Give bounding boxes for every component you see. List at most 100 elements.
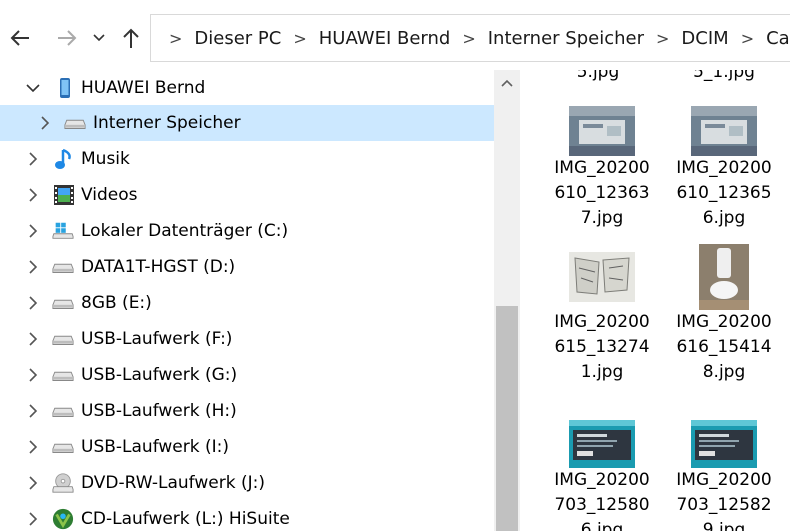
file-item[interactable]: IMG_20200 610_12363 7.jpg [547,106,657,231]
navigation-tree: HUAWEI Bernd Interner Speicher Musik Vid… [0,70,494,531]
file-name-line: IMG_20200 [676,158,772,178]
chevron-right-icon[interactable] [26,512,40,526]
chevron-right-icon[interactable] [26,224,40,238]
back-button[interactable] [5,22,35,54]
breadcrumb-separator[interactable]: > [656,29,669,48]
tree-item-usb-laufwerk-i[interactable]: USB-Laufwerk (I:) [0,429,494,465]
breadcrumb-separator: > [169,28,183,48]
scroll-up-button[interactable] [494,70,520,96]
drive-icon [64,112,86,134]
file-item[interactable]: IMG_20200 703_12580 6.jpg [547,420,657,531]
file-name-line: 6.jpg [702,208,746,228]
thumbnail-image [569,106,635,156]
tree-item-huawei-bernd[interactable]: HUAWEI Bernd [0,70,494,106]
chevron-right-icon[interactable] [26,440,40,454]
chevron-up-icon [501,79,513,87]
tree-item-usb-laufwerk-f[interactable]: USB-Laufwerk (F:) [0,321,494,357]
address-bar[interactable]: > Dieser PC > HUAWEI Bernd > Interner Sp… [150,14,790,62]
breadcrumb-huawei-bernd[interactable]: HUAWEI Bernd [319,28,451,49]
tree-item-data1t-hgst-d[interactable]: DATA1T-HGST (D:) [0,249,494,285]
arrow-right-icon [58,30,77,46]
chevron-right-icon[interactable] [26,476,40,490]
tree-item-cd-laufwerk-l-hisuite[interactable]: CD-Laufwerk (L:) HiSuite [0,501,494,531]
tree-item-label: USB-Laufwerk (H:) [81,401,237,421]
file-item[interactable]: IMG_20200 610_12365 6.jpg [669,106,779,231]
file-name-line: 9.jpg [702,520,746,531]
file-item[interactable]: IMG_20200 616_15414 8.jpg [669,244,779,385]
file-name-line: 610_12363 [554,183,650,203]
drive-icon [52,364,74,386]
chevron-down-icon[interactable] [26,81,40,95]
file-name-line: 7.jpg [580,208,624,228]
file-item[interactable]: IMG_20200 703_12582 9.jpg [669,420,779,531]
tree-item-dvd-rw-laufwerk-j[interactable]: DVD-RW-Laufwerk (J:) [0,465,494,501]
recent-locations-button[interactable] [86,22,112,54]
drive-icon [52,328,74,350]
tree-item-label: USB-Laufwerk (F:) [81,329,233,349]
chevron-right-icon[interactable] [26,152,40,166]
tree-item-label: CD-Laufwerk (L:) HiSuite [81,509,290,529]
tree-item-lokaler-datentraeger-c[interactable]: Lokaler Datenträger (C:) [0,213,494,249]
file-name-line: 6.jpg [580,520,624,531]
thumbnail-image [569,244,635,310]
breadcrumb-separator[interactable]: > [462,29,475,48]
dvd-icon [52,472,74,494]
tree-item-usb-laufwerk-h[interactable]: USB-Laufwerk (H:) [0,393,494,429]
file-name-line: 703_12580 [554,495,650,515]
windows-drive-icon [52,220,74,242]
file-item-partial[interactable]: 5_1.jpg [669,70,779,85]
file-name-line: 615_13274 [554,337,650,357]
tree-item-usb-laufwerk-g[interactable]: USB-Laufwerk (G:) [0,357,494,393]
tree-item-label: USB-Laufwerk (G:) [81,365,238,385]
tree-item-label: Lokaler Datenträger (C:) [81,221,289,241]
file-name-line: 616_15414 [676,337,772,357]
phone-icon [54,77,76,99]
file-name-line: IMG_20200 [676,312,772,332]
thumbnail-image [569,420,635,468]
up-button[interactable] [116,22,146,54]
tree-item-videos[interactable]: Videos [0,177,494,213]
breadcrumb-dieser-pc[interactable]: Dieser PC [194,28,281,49]
file-name: 5_1.jpg [693,70,755,82]
video-icon [53,184,75,206]
arrow-up-icon [123,28,139,48]
scrollbar-thumb[interactable] [496,306,518,531]
file-name-line: IMG_20200 [554,470,650,490]
chevron-right-icon[interactable] [26,188,40,202]
drive-icon [52,256,74,278]
file-name: 5.jpg [576,70,620,82]
chevron-right-icon[interactable] [26,368,40,382]
tree-item-label: 8GB (E:) [81,293,152,313]
file-name-line: 610_12365 [676,183,772,203]
chevron-right-icon[interactable] [26,260,40,274]
tree-item-musik[interactable]: Musik [0,141,494,177]
hisuite-icon [52,508,74,530]
tree-item-label: USB-Laufwerk (I:) [81,437,229,457]
tree-item-label: Videos [81,185,138,205]
chevron-right-icon[interactable] [38,116,52,130]
file-item-partial[interactable]: 5.jpg [543,70,653,85]
thumbnail-image [699,244,749,310]
chevron-right-icon[interactable] [26,296,40,310]
chevron-right-icon[interactable] [26,332,40,346]
chevron-right-icon[interactable] [26,404,40,418]
arrow-left-icon [10,30,29,46]
forward-button[interactable] [52,22,82,54]
tree-item-interner-speicher[interactable]: Interner Speicher [0,105,494,141]
breadcrumb-dcim[interactable]: DCIM [681,28,728,49]
tree-item-label: Musik [81,149,130,169]
tree-item-8gb-e[interactable]: 8GB (E:) [0,285,494,321]
drive-icon [52,292,74,314]
drive-icon [52,400,74,422]
tree-item-label: DVD-RW-Laufwerk (J:) [81,473,265,493]
breadcrumb-separator[interactable]: > [293,29,306,48]
tree-scrollbar[interactable] [494,70,520,531]
breadcrumb-camera[interactable]: Camera [766,28,790,49]
file-name-line: IMG_20200 [554,158,650,178]
breadcrumb-interner-speicher[interactable]: Interner Speicher [488,28,644,49]
tree-item-label: HUAWEI Bernd [81,78,206,98]
tree-item-label: DATA1T-HGST (D:) [81,257,236,277]
file-item[interactable]: IMG_20200 615_13274 1.jpg [547,244,657,385]
file-list: 5.jpg 5_1.jpg IMG_20200 610_12363 7.jpg … [520,70,790,531]
breadcrumb-separator[interactable]: > [741,29,754,48]
